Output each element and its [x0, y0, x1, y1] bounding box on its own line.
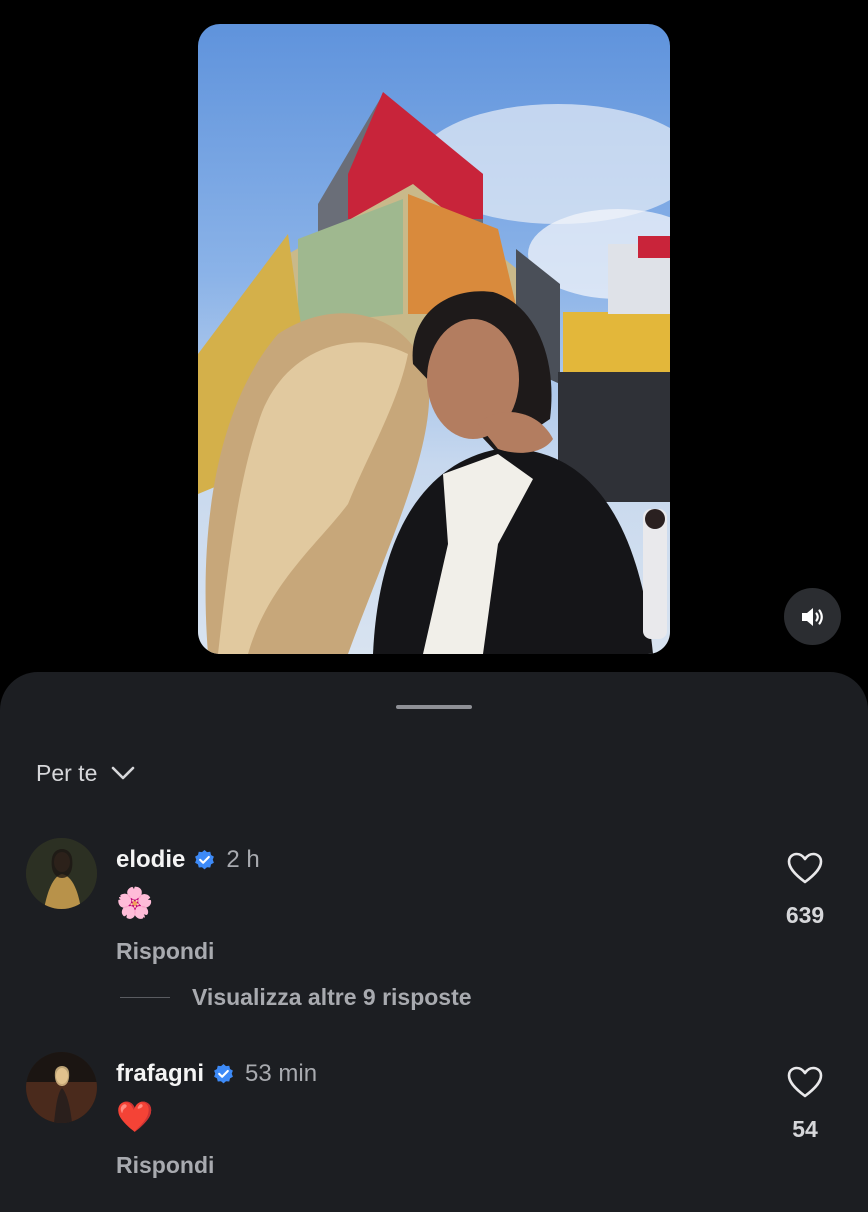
comment-header: frafagni 53 min	[116, 1058, 317, 1090]
like-control: 54	[770, 1066, 840, 1143]
avatar-image	[26, 1052, 97, 1123]
comment-text: ❤️	[116, 1101, 154, 1134]
sheet-drag-handle[interactable]	[396, 705, 472, 709]
replies-divider	[120, 997, 170, 998]
comment-text: 🌸	[116, 887, 154, 920]
verified-badge-icon	[195, 849, 215, 869]
comment-time: 2 h	[226, 846, 260, 873]
view-more-replies[interactable]: Visualizza altre 9 risposte	[120, 984, 472, 1011]
avatar-image	[26, 838, 97, 909]
post-photo-image	[198, 92, 670, 654]
verified-badge-icon	[214, 1063, 233, 1083]
comment-username[interactable]: elodie	[116, 846, 185, 874]
comment-header: elodie 2 h	[116, 844, 260, 876]
speaker-icon	[801, 607, 823, 626]
comment-username[interactable]: frafagni	[116, 1060, 204, 1088]
post-photo[interactable]	[198, 24, 670, 654]
heart-icon[interactable]	[787, 1066, 823, 1098]
comment-time: 53 min	[245, 1060, 318, 1087]
chevron-down-icon	[112, 766, 135, 780]
reply-button[interactable]: Rispondi	[116, 1152, 214, 1179]
reply-button[interactable]: Rispondi	[116, 938, 214, 965]
sort-dropdown[interactable]: Per te	[36, 758, 135, 788]
sort-label: Per te	[36, 759, 98, 786]
heart-icon[interactable]	[787, 852, 823, 884]
like-count: 639	[785, 902, 825, 928]
like-control: 639	[770, 852, 840, 929]
view-more-replies-label: Visualizza altre 9 risposte	[192, 984, 472, 1010]
like-count: 54	[792, 1116, 818, 1142]
avatar[interactable]	[26, 1052, 97, 1123]
audio-toggle-button[interactable]	[784, 588, 841, 645]
avatar[interactable]	[26, 838, 97, 909]
comments-sheet: Per te elodie 2 h 🌸 Rispondi 639 Visuali…	[0, 672, 868, 1212]
